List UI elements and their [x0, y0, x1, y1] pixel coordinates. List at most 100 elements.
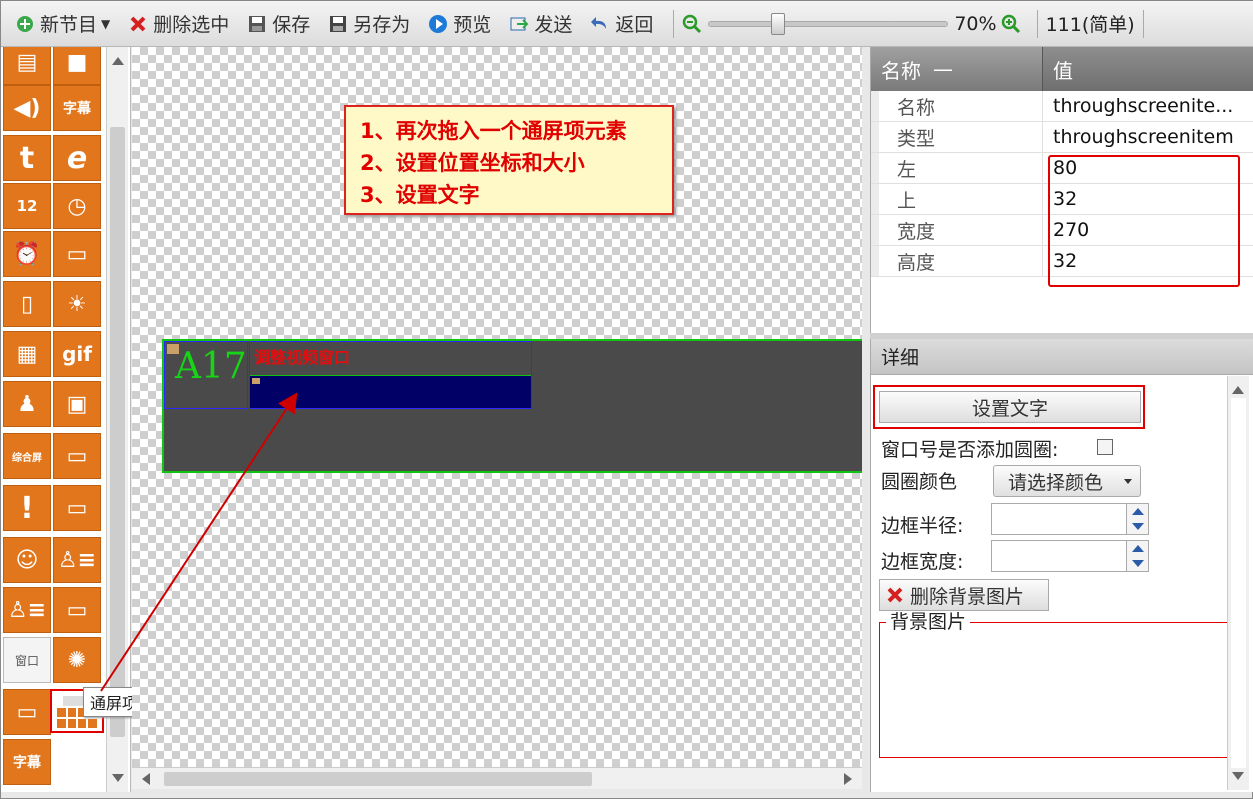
through-screen-item-new[interactable] — [250, 376, 531, 408]
tool-subtitle[interactable]: 字幕 — [53, 85, 101, 131]
speaker-icon: ◀) — [13, 95, 41, 121]
property-row[interactable]: 类型 throughscreenitem — [871, 122, 1253, 153]
tool-presentation[interactable]: ▣ — [53, 381, 101, 427]
delete-background-image-button[interactable]: 删除背景图片 — [879, 579, 1049, 611]
details-header: 详细 — [871, 339, 1253, 375]
border-radius-stepper[interactable] — [991, 503, 1149, 535]
zoom-in-icon[interactable] — [1001, 14, 1021, 34]
back-button[interactable]: 返回 — [584, 8, 659, 40]
back-label: 返回 — [615, 14, 654, 36]
through-screen-item-top[interactable]: 调整视频窗口 — [250, 342, 531, 376]
tool-queue-list[interactable]: ♙≡ — [53, 537, 101, 583]
tool-web[interactable]: e — [53, 135, 101, 181]
scroll-right-arrow-icon[interactable] — [844, 773, 852, 785]
through-screen-area[interactable]: A17 调整视频窗口 — [162, 339, 862, 473]
canvas-horizontal-scrollbar[interactable] — [132, 767, 862, 789]
tool-composite-screen[interactable]: 综合屏 — [3, 433, 51, 479]
spinner-icon: ✺ — [67, 647, 87, 673]
tool-audio[interactable]: ◀) — [3, 85, 51, 131]
position-size-highlight — [1048, 155, 1240, 287]
tool-image[interactable]: ▤ — [3, 47, 51, 85]
save-label: 保存 — [272, 14, 311, 36]
canvas-scroll-thumb[interactable] — [164, 772, 592, 786]
delete-icon — [128, 14, 148, 34]
scroll-up-arrow-icon[interactable] — [1232, 386, 1244, 394]
tool-folder-3[interactable]: ▭ — [53, 485, 101, 531]
scroll-left-arrow-icon[interactable] — [142, 773, 150, 785]
stepper-down-icon[interactable] — [1132, 523, 1144, 530]
tool-alarm[interactable]: ⏰ — [3, 231, 51, 277]
stepper-down-icon[interactable] — [1132, 560, 1144, 567]
details-scroll-thumb[interactable] — [1231, 398, 1246, 768]
subtitle-icon: 字幕 — [13, 755, 41, 771]
background-image-label: 背景图片 — [886, 611, 971, 633]
stepper-buttons[interactable] — [1126, 504, 1148, 534]
collapse-icon[interactable]: — — [933, 57, 953, 81]
instruction-callout: 1、再次拖入一个通屏项元素 2、设置位置坐标和大小 3、设置文字 — [344, 105, 674, 215]
folder-icon: ▭ — [66, 495, 88, 521]
value-column-label: 值 — [1053, 58, 1073, 83]
property-value-type[interactable]: throughscreenitem — [1043, 122, 1253, 152]
zoom-slider-thumb[interactable] — [771, 12, 786, 35]
scroll-down-arrow-icon[interactable] — [1232, 772, 1244, 780]
zoom-value: 70% — [954, 12, 997, 35]
window-item[interactable]: A17 — [164, 341, 248, 409]
dropdown-caret-icon — [1124, 479, 1132, 484]
tool-text[interactable]: t — [3, 135, 51, 181]
tool-calendar[interactable]: 12 — [3, 183, 51, 229]
circle-color-label: 圆圈颜色 — [881, 471, 958, 493]
tool-subtitle-2[interactable]: 字幕 — [3, 739, 51, 785]
tool-folder-5[interactable]: ▭ — [3, 689, 51, 735]
stepper-up-icon[interactable] — [1132, 545, 1144, 552]
tool-alert[interactable]: ! — [3, 485, 51, 531]
circle-color-dropdown[interactable]: 请选择颜色 — [993, 465, 1141, 497]
add-circle-checkbox[interactable] — [1097, 439, 1113, 455]
tool-folder-1[interactable]: ▭ — [53, 231, 101, 277]
tool-weather[interactable]: ☀ — [53, 281, 101, 327]
new-program-button[interactable]: 新节目 ▼ — [9, 8, 116, 40]
border-width-stepper[interactable] — [991, 540, 1149, 572]
send-icon — [509, 14, 529, 34]
delete-selected-button[interactable]: 删除选中 — [122, 8, 235, 40]
property-value-name[interactable]: throughscreenite... — [1043, 91, 1253, 121]
name-column-header[interactable]: 名称 — — [871, 47, 1043, 91]
tool-gif[interactable]: gif — [53, 331, 101, 377]
toolbox-scroll-thumb[interactable] — [110, 127, 125, 737]
tool-document[interactable]: ▯ — [3, 281, 51, 327]
tool-loading[interactable]: ✺ — [53, 637, 101, 683]
send-button[interactable]: 发送 — [503, 8, 578, 40]
tool-video[interactable]: ■ — [53, 47, 101, 85]
tool-emoji[interactable]: ☺ — [3, 537, 51, 583]
zoom-slider[interactable] — [708, 12, 949, 35]
tool-folder-2[interactable]: ▭ — [53, 433, 101, 479]
save-icon — [247, 14, 267, 34]
design-canvas[interactable]: 1、再次拖入一个通屏项元素 2、设置位置坐标和大小 3、设置文字 A17 调整视… — [132, 47, 862, 767]
tool-speaker-person[interactable]: ♟ — [3, 381, 51, 427]
property-key: 高度 — [871, 246, 1043, 276]
weather-icon: ☀ — [67, 291, 87, 317]
person-list-icon: ♙≡ — [57, 547, 97, 573]
tool-person-list[interactable]: ♙≡ — [3, 587, 51, 633]
property-row[interactable]: 名称 throughscreenite... — [871, 91, 1253, 122]
property-key: 上 — [871, 184, 1043, 214]
preview-button[interactable]: 预览 — [422, 8, 497, 40]
tool-schedule[interactable]: ▦ — [3, 331, 51, 377]
details-scrollbar[interactable] — [1227, 376, 1249, 790]
through-screen-item[interactable]: 调整视频窗口 — [249, 341, 532, 409]
folder-icon: ▭ — [66, 241, 88, 267]
video-icon: ■ — [66, 49, 88, 75]
toolbox-scrollbar[interactable] — [106, 47, 128, 792]
save-as-button[interactable]: 另存为 — [322, 8, 416, 40]
tool-window[interactable]: 窗口 — [3, 637, 51, 683]
tool-clock[interactable]: ◷ — [53, 183, 101, 229]
set-text-highlight — [873, 385, 1145, 429]
scroll-down-arrow-icon[interactable] — [112, 774, 124, 782]
text-t-icon: t — [19, 140, 35, 176]
scroll-up-arrow-icon[interactable] — [112, 57, 124, 65]
zoom-out-icon[interactable] — [682, 14, 702, 34]
stepper-up-icon[interactable] — [1132, 508, 1144, 515]
calendar-grid-icon: ▦ — [16, 341, 38, 367]
save-button[interactable]: 保存 — [241, 8, 316, 40]
stepper-buttons[interactable] — [1126, 541, 1148, 571]
tool-folder-4[interactable]: ▭ — [53, 587, 101, 633]
